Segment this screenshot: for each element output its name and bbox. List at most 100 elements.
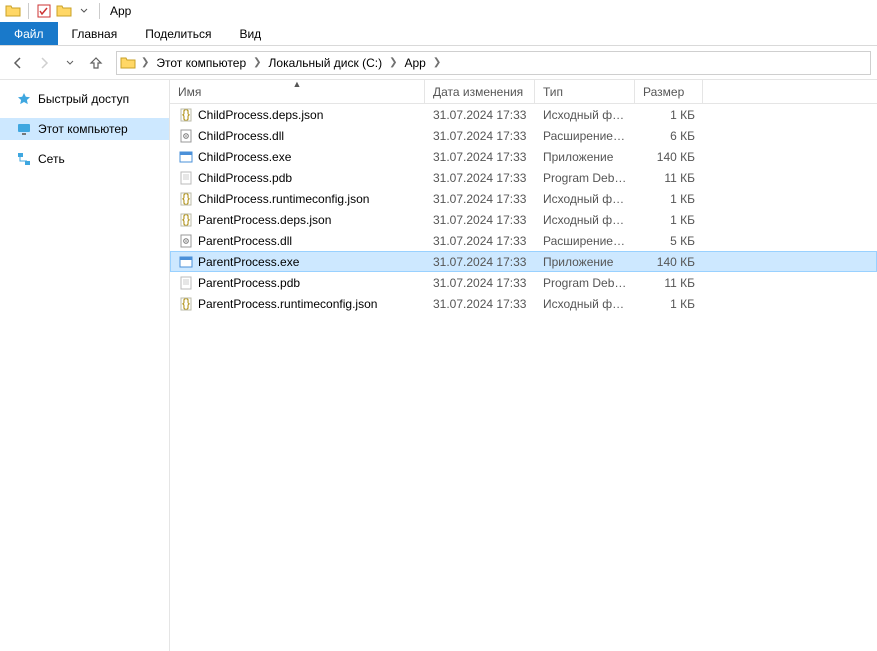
properties-icon[interactable] [35, 2, 53, 20]
recent-locations-dropdown[interactable] [58, 51, 82, 75]
file-row[interactable]: ChildProcess.dll31.07.2024 17:33Расширен… [170, 125, 877, 146]
file-icon [178, 170, 194, 186]
forward-button[interactable] [32, 51, 56, 75]
qat-dropdown-icon[interactable] [75, 2, 93, 20]
file-name-cell: {} ParentProcess.runtimeconfig.json [170, 296, 425, 312]
chevron-right-icon[interactable]: ❯ [387, 57, 399, 68]
chevron-right-icon[interactable]: ❯ [139, 57, 151, 68]
file-row[interactable]: {}ChildProcess.runtimeconfig.json31.07.2… [170, 188, 877, 209]
breadcrumb-label: App [404, 56, 425, 70]
file-size-cell: 6 КБ [635, 129, 703, 143]
share-tab-label: Поделиться [145, 27, 211, 41]
ribbon-tabs: Файл Главная Поделиться Вид [0, 22, 877, 46]
file-name-cell: ParentProcess.exe [170, 254, 425, 270]
qat-separator [28, 3, 29, 19]
svg-text:{}: {} [182, 297, 190, 310]
file-date-cell: 31.07.2024 17:33 [425, 234, 535, 248]
file-name-cell: {}ChildProcess.deps.json [170, 107, 425, 123]
file-row[interactable]: {}ParentProcess.runtimeconfig.json31.07.… [170, 293, 877, 314]
file-row[interactable]: ParentProcess.dll 31.07.2024 17:33Расшире… [170, 230, 877, 251]
address-folder-icon [119, 54, 137, 72]
file-icon [178, 275, 194, 291]
file-size-cell: 1 КБ [635, 108, 703, 122]
nav-label: Сеть [38, 152, 65, 166]
file-date-cell: 31.07.2024 17:33 [425, 129, 535, 143]
column-date[interactable]: Дата изменения [425, 80, 535, 103]
file-size-cell: 11 КБ [635, 276, 703, 290]
up-button[interactable] [84, 51, 108, 75]
file-row[interactable]: {}ChildProcess.deps.json31.07.2024 17:33… [170, 104, 877, 125]
file-name-label: ParentProcess.runtimeconfig.json [198, 297, 377, 311]
file-size-cell: 11 КБ [635, 171, 703, 185]
file-list-pane: Имя ▲ Дата изменения Тип Размер {}ChildP… [170, 80, 877, 651]
file-icon: {} [178, 107, 194, 123]
file-size-cell: 5 КБ [635, 234, 703, 248]
file-date-cell: 31.07.2024 17:33 [425, 171, 535, 185]
address-bar[interactable]: ❯ Этот компьютер ❯ Локальный диск (C:) ❯… [116, 51, 871, 75]
file-date-cell: 31.07.2024 17:33 [425, 192, 535, 206]
column-name[interactable]: Имя ▲ [170, 80, 425, 103]
column-label: Дата изменения [433, 85, 523, 99]
column-headers: Имя ▲ Дата изменения Тип Размер [170, 80, 877, 104]
nav-quick-access[interactable]: Быстрый доступ [0, 88, 169, 110]
file-type-cell: Исходный файл… [535, 213, 635, 227]
view-tab-label: Вид [239, 27, 261, 41]
file-icon [178, 233, 194, 249]
file-tab[interactable]: Файл [0, 22, 58, 45]
breadcrumb-app[interactable]: App [399, 52, 430, 74]
svg-text:{}: {} [182, 192, 190, 205]
file-row[interactable]: ParentProcess.exe31.07.2024 17:33Приложе… [170, 251, 877, 272]
file-row[interactable]: ChildProcess.exe 31.07.2024 17:33Приложен… [170, 146, 877, 167]
file-icon [178, 128, 194, 144]
column-type[interactable]: Тип [535, 80, 635, 103]
breadcrumb-local-disk[interactable]: Локальный диск (C:) [264, 52, 388, 74]
navigation-pane: Быстрый доступ Этот компьютер Сеть [0, 80, 170, 651]
sort-ascending-icon: ▲ [293, 79, 302, 89]
file-row[interactable]: ChildProcess.pdb 31.07.2024 17:33Program … [170, 167, 877, 188]
column-label: Тип [543, 85, 563, 99]
file-row[interactable]: {}ParentProcess.deps.json31.07.2024 17:3… [170, 209, 877, 230]
svg-text:{}: {} [182, 213, 190, 226]
file-icon: {} [178, 212, 194, 228]
main-area: Быстрый доступ Этот компьютер Сеть Имя ▲… [0, 80, 877, 651]
chevron-right-icon[interactable]: ❯ [431, 57, 443, 68]
nav-network[interactable]: Сеть [0, 148, 169, 170]
new-folder-icon[interactable] [55, 2, 73, 20]
title-bar: App [0, 0, 877, 22]
file-size-cell: 1 КБ [635, 213, 703, 227]
qat-separator-2 [99, 3, 100, 19]
file-row[interactable]: ParentProcess.pdb31.07.2024 17:33Program… [170, 272, 877, 293]
back-button[interactable] [6, 51, 30, 75]
file-list: {}ChildProcess.deps.json31.07.2024 17:33… [170, 104, 877, 314]
network-icon [16, 151, 32, 167]
view-tab[interactable]: Вид [225, 22, 275, 45]
file-type-cell: Исходный файл… [535, 108, 635, 122]
column-size[interactable]: Размер [635, 80, 703, 103]
breadcrumb-label: Локальный диск (C:) [269, 56, 383, 70]
file-date-cell: 31.07.2024 17:33 [425, 150, 535, 164]
file-name-label: ChildProcess.pdb [198, 171, 292, 185]
share-tab[interactable]: Поделиться [131, 22, 225, 45]
file-date-cell: 31.07.2024 17:33 [425, 255, 535, 269]
file-name-cell: {}ChildProcess.runtimeconfig.json [170, 191, 425, 207]
file-date-cell: 31.07.2024 17:33 [425, 276, 535, 290]
file-type-cell: Приложение [535, 150, 635, 164]
file-name-label: ParentProcess.pdb [198, 276, 300, 290]
file-icon: {} [178, 191, 194, 207]
file-icon [178, 254, 194, 270]
window-title: App [110, 4, 131, 18]
file-name-label: ParentProcess.dll [198, 234, 292, 248]
svg-text:{}: {} [182, 108, 190, 121]
file-icon: {} [178, 296, 194, 312]
file-name-cell: ParentProcess.dll [170, 233, 425, 249]
file-type-cell: Расширение пр… [535, 234, 635, 248]
file-size-cell: 140 КБ [635, 255, 703, 269]
file-size-cell: 1 КБ [635, 192, 703, 206]
nav-this-pc[interactable]: Этот компьютер [0, 118, 169, 140]
file-name-label: ChildProcess.exe [198, 150, 291, 164]
home-tab[interactable]: Главная [58, 22, 132, 45]
breadcrumb-this-pc[interactable]: Этот компьютер [151, 52, 251, 74]
file-type-cell: Program Debug … [535, 171, 635, 185]
home-tab-label: Главная [72, 27, 118, 41]
chevron-right-icon[interactable]: ❯ [251, 57, 263, 68]
